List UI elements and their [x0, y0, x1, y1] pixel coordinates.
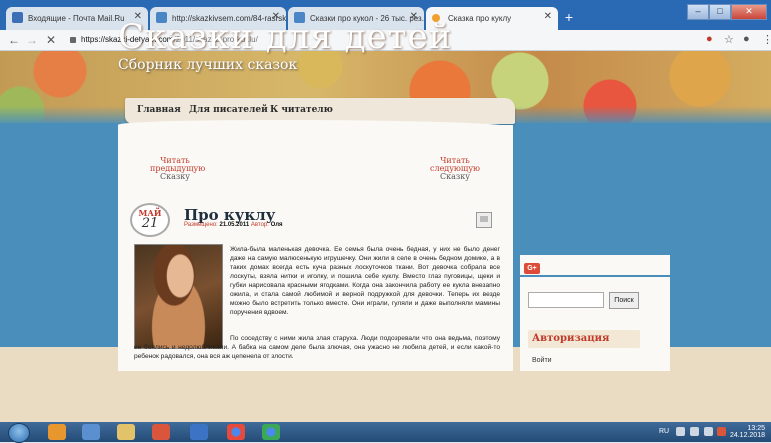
star-icon[interactable]: ☆: [724, 33, 734, 46]
menu-item-readers[interactable]: К читателю: [270, 105, 333, 115]
windows-taskbar: RU 13:25 24.12.2018: [0, 422, 771, 443]
meta-date: 21.05.2011: [219, 222, 250, 228]
post-date-badge: МАЙ 21: [130, 203, 170, 237]
new-tab-button[interactable]: +: [562, 10, 576, 25]
tab-label: Входящие - Почта Mail.Ru: [28, 14, 125, 23]
menu-kebab-icon[interactable]: ⋮: [762, 33, 771, 46]
clock[interactable]: 13:25 24.12.2018: [730, 425, 765, 439]
flag-icon[interactable]: [717, 427, 726, 436]
menu-item-writers[interactable]: Для писателей: [189, 105, 268, 115]
speaker-app-icon[interactable]: [82, 424, 100, 440]
clock-time: 13:25: [747, 425, 765, 432]
auth-widget-header: Авторизация: [528, 330, 640, 348]
account-icon[interactable]: ●: [743, 33, 750, 45]
meta-posted-label: Размещено:: [184, 222, 218, 228]
mail-favicon-icon: [12, 12, 23, 23]
back-icon[interactable]: ←: [8, 33, 20, 47]
prev-story-link[interactable]: Читать предыдущую Сказку: [150, 157, 205, 181]
post-meta: Размещено: 21.05.2011 Автор: Оля: [184, 222, 283, 228]
extension-icon[interactable]: ●: [706, 33, 713, 45]
chrome-icon[interactable]: [227, 424, 245, 440]
language-indicator[interactable]: RU: [659, 428, 669, 435]
auth-widget-title: Авторизация: [532, 333, 610, 344]
minimize-button[interactable]: –: [687, 4, 709, 20]
story-paragraph-1: Жила-была маленькая девочка. Ее семья бы…: [230, 246, 500, 316]
tray-arrow-icon[interactable]: [676, 427, 685, 436]
google-plus-button[interactable]: G+: [524, 263, 540, 274]
media-player-icon[interactable]: [48, 424, 66, 440]
meta-author-label: Автор:: [250, 222, 269, 228]
file-explorer-icon[interactable]: [117, 424, 135, 440]
menu-item-home[interactable]: Главная: [137, 105, 181, 115]
maximize-button[interactable]: □: [709, 4, 731, 20]
next-link-line3: Сказку: [440, 172, 470, 181]
network-icon[interactable]: [704, 427, 713, 436]
search-button[interactable]: Поиск: [609, 292, 639, 309]
meta-author[interactable]: Оля: [271, 222, 283, 228]
story-paragraph-2: По соседству с ними жила злая старуха. Л…: [134, 335, 500, 360]
site-title[interactable]: Сказки для детей: [118, 17, 452, 57]
login-link[interactable]: Войти: [532, 357, 552, 364]
window-close-button[interactable]: ✕: [731, 4, 767, 20]
post-date-day: 21: [141, 216, 159, 231]
volume-icon[interactable]: [690, 427, 699, 436]
office-app-icon[interactable]: [152, 424, 170, 440]
next-story-link[interactable]: Читать следующую Сказку: [430, 157, 480, 181]
prev-link-line3: Сказку: [160, 172, 190, 181]
search-input[interactable]: [528, 292, 604, 308]
window-controls: – □ ✕: [687, 4, 767, 20]
share-strip: [520, 255, 670, 275]
word-app-icon[interactable]: [190, 424, 208, 440]
forward-icon[interactable]: →: [26, 33, 38, 47]
clock-date: 24.12.2018: [729, 432, 765, 439]
lock-icon: [70, 36, 76, 43]
close-icon[interactable]: ✕: [544, 11, 552, 22]
tab-label: Сказка про куклу: [448, 14, 512, 23]
start-button[interactable]: [8, 423, 30, 443]
chrome-icon-2[interactable]: [262, 424, 280, 440]
site-subtitle: Сборник лучших сказок: [118, 57, 298, 73]
print-icon[interactable]: [476, 212, 492, 228]
stop-icon[interactable]: ✕: [46, 33, 56, 47]
